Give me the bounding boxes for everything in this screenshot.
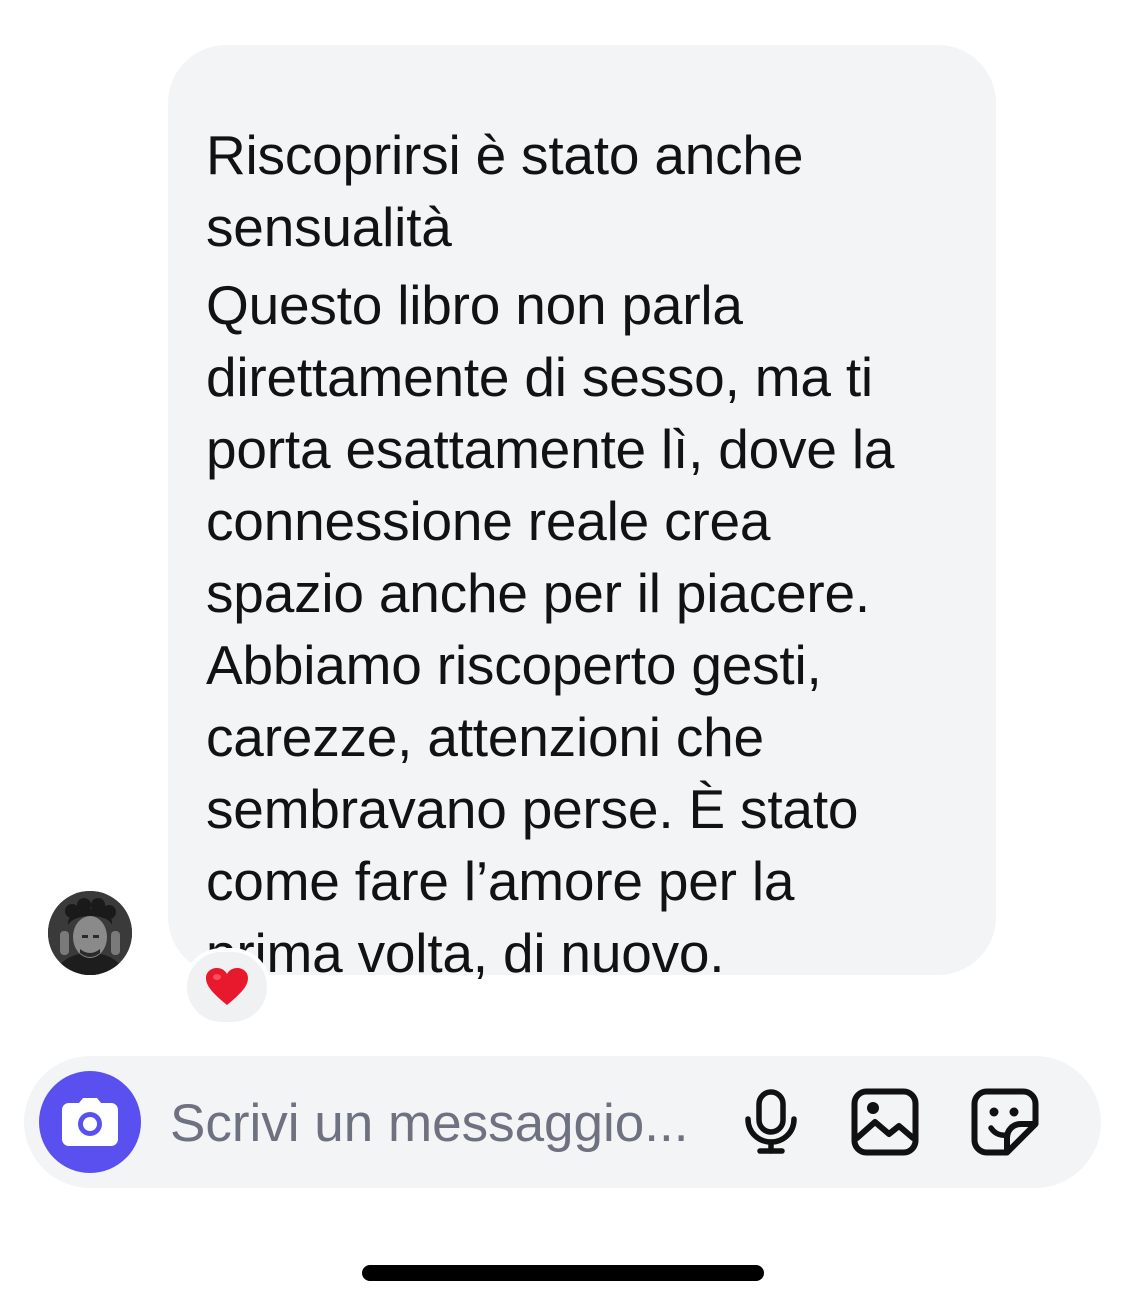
gallery-button[interactable]: [847, 1084, 923, 1160]
camera-button[interactable]: [39, 1071, 141, 1173]
home-indicator[interactable]: [362, 1265, 764, 1281]
user-avatar-photo: [48, 891, 132, 975]
message-line: porta esattamente lì, dove la: [206, 418, 895, 480]
message-bubble[interactable]: Riscoprirsi è stato anche sensualità Que…: [168, 45, 996, 984]
message-line: Abbiamo riscoperto gesti,: [206, 634, 822, 696]
message-reaction[interactable]: [183, 948, 271, 1026]
gallery-icon: [851, 1088, 919, 1156]
message-text: Riscoprirsi è stato anche sensualità Que…: [206, 119, 956, 989]
message-line: Riscoprirsi è stato anche: [206, 124, 804, 186]
sticker-button[interactable]: [967, 1084, 1043, 1160]
message-input[interactable]: [170, 1086, 710, 1160]
sender-avatar[interactable]: [48, 891, 132, 975]
message-line: direttamente di sesso, ma ti: [206, 346, 873, 408]
message-line: connessione reale crea: [206, 490, 771, 552]
microphone-icon: [745, 1089, 797, 1154]
message-line: sensualità: [206, 196, 452, 258]
camera-icon: [62, 1098, 118, 1146]
message-line: prima volta, di nuovo.: [206, 922, 725, 984]
message-line: carezze, attenzioni che: [206, 706, 764, 768]
heart-icon: [206, 968, 248, 1005]
sticker-icon: [971, 1088, 1039, 1156]
voice-message-button[interactable]: [733, 1084, 809, 1160]
message-composer: [24, 1056, 1101, 1188]
message-line: sembravano perse. È stato: [206, 778, 859, 840]
message-line: spazio anche per il piacere.: [206, 562, 870, 624]
message-line: Questo libro non parla: [206, 274, 743, 336]
message-line: come fare l’amore per la: [206, 850, 795, 912]
